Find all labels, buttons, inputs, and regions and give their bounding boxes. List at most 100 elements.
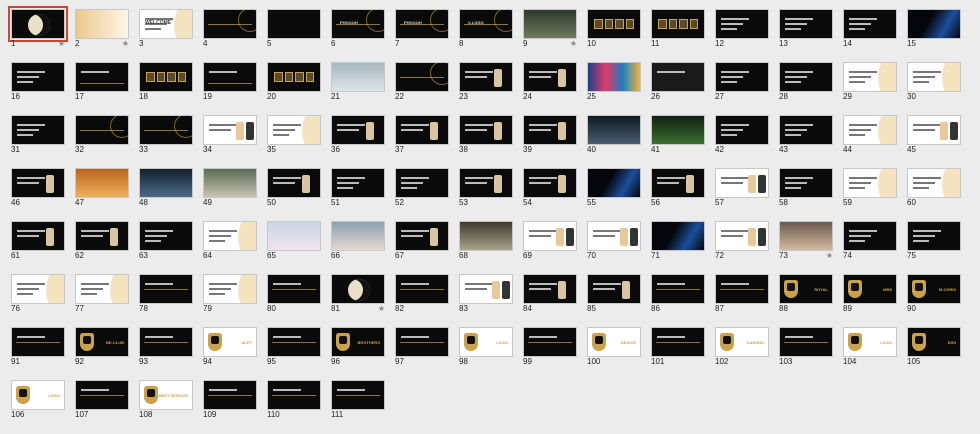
slide-thumbnail-cell[interactable]: 59 [843,168,897,208]
slide-thumbnail-cell[interactable]: 85 [587,274,641,314]
slide-thumbnail-cell[interactable]: 77 [75,274,129,314]
slide-thumbnail[interactable] [203,115,257,145]
slide-thumbnail[interactable] [523,274,577,304]
slide-thumbnail[interactable] [395,168,449,198]
slide-thumbnail-cell[interactable]: 12 [715,9,769,49]
slide-thumbnail-cell[interactable]: 43 [779,115,833,155]
slide-thumbnail[interactable] [11,115,65,145]
slide-thumbnail-cell[interactable]: 58 [779,168,833,208]
slide-thumbnail[interactable] [587,62,641,92]
slide-thumbnail-cell[interactable]: ROYAL 88 [779,274,833,314]
slide-thumbnail[interactable] [331,380,385,410]
slide-thumbnail-cell[interactable]: 97 [395,327,449,367]
slide-thumbnail-cell[interactable]: 65 [267,221,321,261]
slide-thumbnail-cell[interactable]: 38 [459,115,513,155]
slide-thumbnail[interactable] [139,115,193,145]
slide-thumbnail[interactable] [267,62,321,92]
slide-thumbnail-cell[interactable]: 111 [331,380,385,420]
slide-thumbnail-cell[interactable]: 16 [11,62,65,102]
slide-thumbnail-cell[interactable]: 60 [907,168,961,208]
slide-thumbnail[interactable] [779,9,833,39]
slide-thumbnail[interactable]: DIGI [907,327,961,357]
slide-thumbnail[interactable] [395,115,449,145]
slide-thumbnail-cell[interactable]: 83 [459,274,513,314]
slide-thumbnail-cell[interactable]: 33 [139,115,193,155]
slide-thumbnail[interactable] [203,221,257,251]
slide-thumbnail[interactable] [203,9,257,39]
slide-thumbnail-cell[interactable]: 4 [203,9,257,49]
slide-thumbnail[interactable] [907,221,961,251]
slide-thumbnail-cell[interactable]: 18 [139,62,193,102]
slide-thumbnail-cell[interactable]: 66 [331,221,385,261]
slide-thumbnail[interactable]: WELCOME [139,9,193,39]
slide-thumbnail[interactable] [203,380,257,410]
slide-thumbnail-cell[interactable]: 82 [395,274,449,314]
slide-thumbnail[interactable] [523,9,577,39]
slide-thumbnail-cell[interactable]: 17 [75,62,129,102]
slide-thumbnail-cell[interactable]: 99 [523,327,577,367]
slide-thumbnail[interactable] [331,168,385,198]
slide-thumbnail-cell[interactable]: PHOOOH 6 [331,9,385,49]
slide-thumbnail-cell[interactable]: ALPT 94 [203,327,257,367]
slide-thumbnail-cell[interactable]: 63 [139,221,193,261]
slide-thumbnail[interactable] [715,274,769,304]
slide-thumbnail[interactable] [139,274,193,304]
slide-thumbnail-cell[interactable]: 87 [715,274,769,314]
slide-thumbnail-cell[interactable]: 24 [523,62,577,102]
slide-thumbnail[interactable] [843,9,897,39]
slide-thumbnail[interactable] [587,9,641,39]
slide-thumbnail[interactable] [139,168,193,198]
slide-thumbnail[interactable] [651,115,705,145]
slide-thumbnail[interactable] [11,327,65,357]
slide-thumbnail[interactable]: LOGO [459,327,513,357]
slide-thumbnail[interactable] [779,327,833,357]
slide-thumbnail-cell[interactable]: 32 [75,115,129,155]
slide-thumbnail-cell[interactable]: 110 [267,380,321,420]
slide-thumbnail[interactable]: BEST SERVICE [139,380,193,410]
slide-thumbnail[interactable]: ROYAL [779,274,833,304]
slide-thumbnail[interactable] [587,221,641,251]
slide-thumbnail[interactable] [523,327,577,357]
slide-thumbnail[interactable] [651,221,705,251]
slide-thumbnail-cell[interactable]: 14 [843,9,897,49]
slide-thumbnail[interactable] [843,168,897,198]
slide-thumbnail[interactable] [8,6,68,42]
slide-thumbnail-cell[interactable]: 39 [523,115,577,155]
slide-thumbnail-cell[interactable]: 62 [75,221,129,261]
slide-thumbnail-cell[interactable]: LOGO 98 [459,327,513,367]
slide-thumbnail-cell[interactable]: 22 [395,62,449,102]
slide-thumbnail[interactable] [779,168,833,198]
slide-thumbnail[interactable] [523,62,577,92]
slide-thumbnail-cell[interactable]: 9 ★ [523,9,577,49]
slide-thumbnail[interactable] [715,115,769,145]
slide-thumbnail[interactable] [907,62,961,92]
slide-thumbnail-cell[interactable]: 47 [75,168,129,208]
slide-thumbnail[interactable] [843,221,897,251]
slide-thumbnail-cell[interactable]: 79 [203,274,257,314]
slide-thumbnail-cell[interactable]: 19 [203,62,257,102]
slide-thumbnail-cell[interactable]: M-CHRIS 90 [907,274,961,314]
slide-thumbnail-cell[interactable]: 53 [459,168,513,208]
slide-thumbnail[interactable] [267,115,321,145]
slide-thumbnail[interactable] [267,168,321,198]
slide-thumbnail[interactable]: KASUNO [715,327,769,357]
slide-thumbnail[interactable] [267,9,321,39]
slide-thumbnail-cell[interactable]: 34 [203,115,257,155]
slide-thumbnail-cell[interactable]: 30 [907,62,961,102]
slide-thumbnail-cell[interactable]: 15 [907,9,961,49]
slide-thumbnail[interactable] [139,62,193,92]
slide-thumbnail[interactable]: V-LOGO [459,9,513,39]
slide-thumbnail-cell[interactable]: MRS 89 [843,274,897,314]
slide-thumbnail[interactable] [75,62,129,92]
slide-thumbnail[interactable] [459,115,513,145]
slide-thumbnail-cell[interactable]: 5 [267,9,321,49]
slide-thumbnail-cell[interactable]: 64 [203,221,257,261]
slide-thumbnail[interactable] [267,221,321,251]
slide-thumbnail[interactable] [395,327,449,357]
slide-thumbnail[interactable] [75,274,129,304]
slide-thumbnail-cell[interactable]: 67 [395,221,449,261]
slide-thumbnail[interactable] [523,221,577,251]
slide-thumbnail-cell[interactable]: 68 [459,221,513,261]
slide-thumbnail-cell[interactable]: 91 [11,327,65,367]
slide-thumbnail-cell[interactable]: 29 [843,62,897,102]
